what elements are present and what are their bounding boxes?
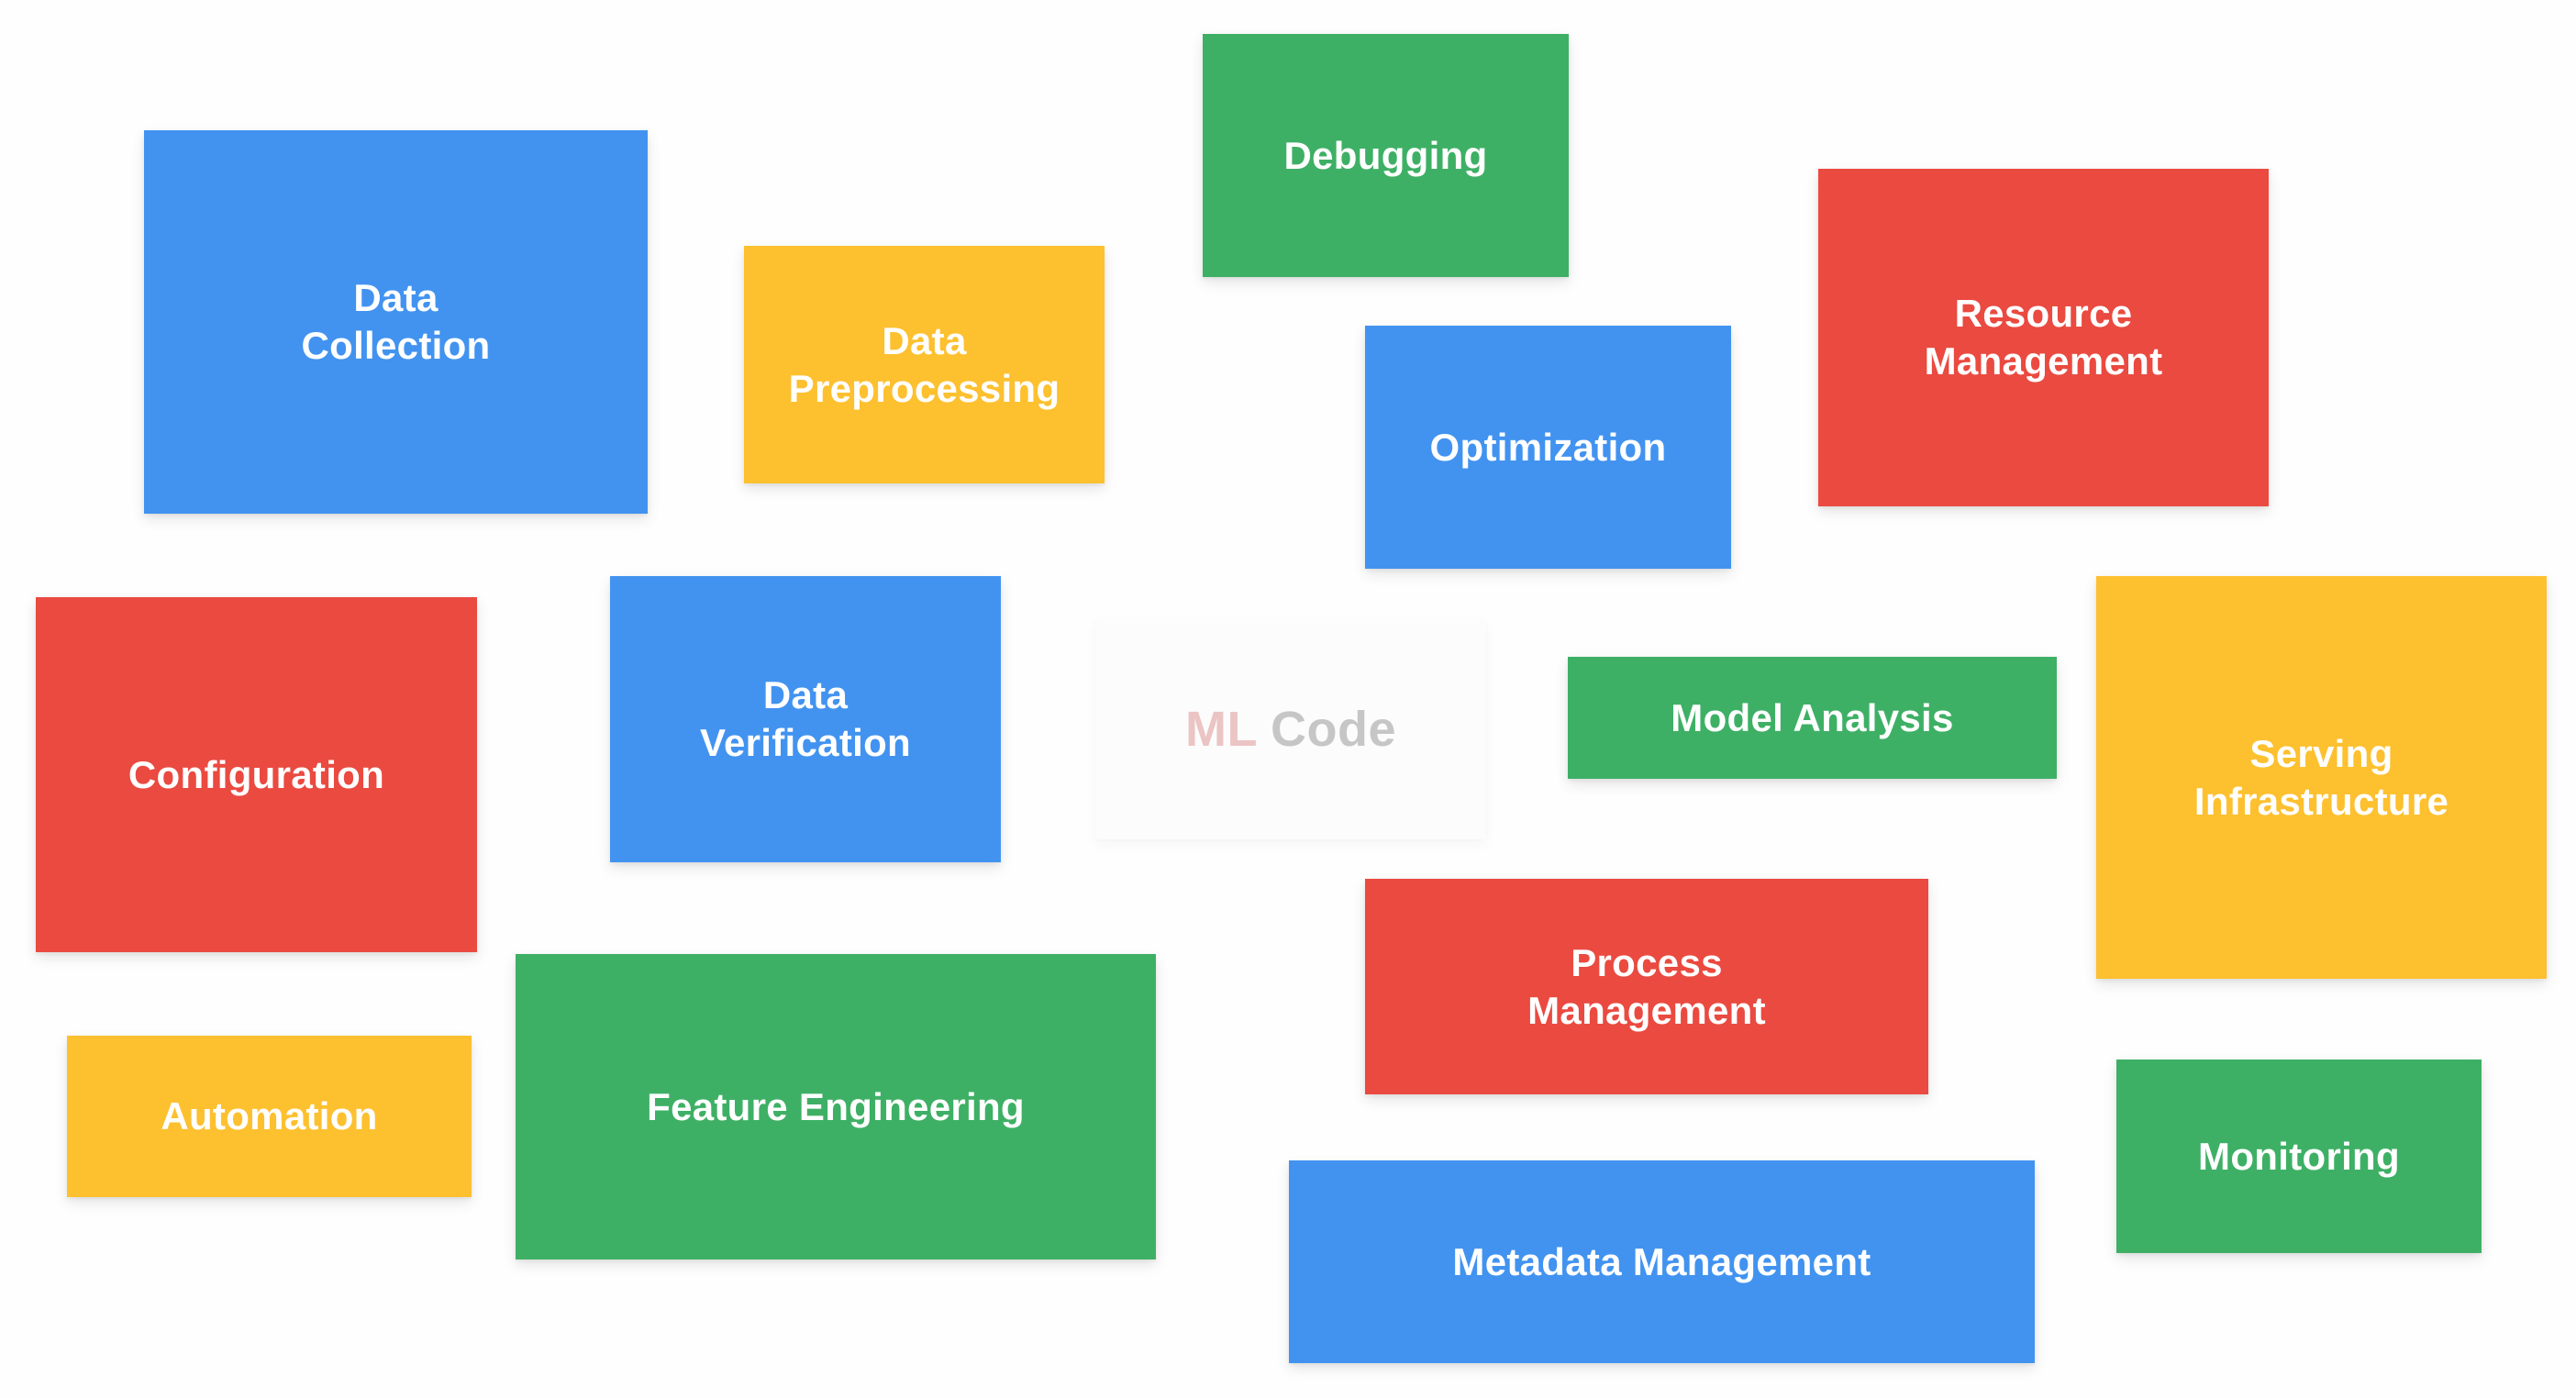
- tile-resource-management: Resource Management: [1818, 169, 2269, 506]
- tile-label: Model Analysis: [1671, 695, 1954, 739]
- tile-process-management: Process Management: [1365, 879, 1928, 1094]
- tile-label: Configuration: [128, 752, 385, 796]
- tile-label: Resource Management: [1924, 292, 2163, 383]
- tile-label: Monitoring: [2198, 1134, 2400, 1178]
- tile-label: Data Collection: [301, 276, 491, 367]
- tile-metadata-management: Metadata Management: [1289, 1160, 2035, 1363]
- tile-data-preprocessing: Data Preprocessing: [744, 246, 1105, 483]
- tile-optimization: Optimization: [1365, 326, 1731, 569]
- tile-label: Metadata Management: [1452, 1239, 1871, 1283]
- tile-label: Debugging: [1283, 133, 1488, 177]
- tile-data-collection: Data Collection: [144, 130, 648, 514]
- ml-code-suffix: Code: [1270, 701, 1396, 757]
- tile-label: Data Preprocessing: [788, 318, 1060, 410]
- tile-feature-engineering: Feature Engineering: [516, 954, 1156, 1259]
- ml-code-box: ML Code: [1095, 618, 1486, 839]
- tile-label: Automation: [161, 1094, 378, 1137]
- tile-label: Data Verification: [699, 673, 911, 764]
- ml-code-prefix: ML: [1185, 701, 1258, 757]
- tile-label: Serving Infrastructure: [2193, 731, 2449, 823]
- tile-automation: Automation: [67, 1036, 472, 1197]
- tile-monitoring: Monitoring: [2116, 1060, 2482, 1253]
- tile-label: Process Management: [1527, 940, 1766, 1032]
- tile-label: Feature Engineering: [647, 1084, 1025, 1128]
- tile-configuration: Configuration: [36, 597, 477, 952]
- tile-label: Optimization: [1429, 425, 1667, 469]
- tile-debugging: Debugging: [1203, 34, 1569, 277]
- tile-model-analysis: Model Analysis: [1568, 657, 2057, 779]
- tile-data-verification: Data Verification: [610, 576, 1001, 862]
- tile-serving-infrastructure: Serving Infrastructure: [2096, 576, 2547, 979]
